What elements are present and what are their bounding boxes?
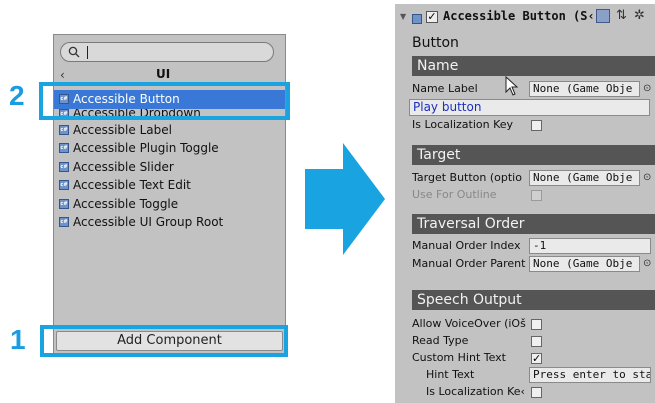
script-icon: c# <box>59 161 69 172</box>
manual-order-parent-object-field[interactable]: None (Game Obje <box>529 256 640 272</box>
script-icon: c# <box>59 198 69 209</box>
preset-icon[interactable]: ⇅ <box>616 9 630 23</box>
list-item-accessible-text-edit[interactable]: c# Accessible Text Edit <box>54 176 285 195</box>
list-item-label: Accessible UI Group Root <box>73 215 224 229</box>
manual-order-parent-label: Manual Order Parent <box>412 257 526 270</box>
use-for-outline-label: Use For Outline <box>412 188 497 201</box>
object-picker-icon[interactable]: ⊙ <box>643 83 651 94</box>
section-traversal-order-header[interactable]: Traversal Order <box>412 214 655 234</box>
list-item-label: Accessible Slider <box>73 159 174 174</box>
mouse-cursor-icon <box>505 76 519 96</box>
script-icon <box>412 14 422 24</box>
object-picker-icon[interactable]: ⊙ <box>643 172 651 183</box>
section-target-header[interactable]: Target <box>412 145 655 165</box>
category-title: UI <box>156 67 171 81</box>
section-name-header[interactable]: Name <box>412 56 655 76</box>
target-button-label: Target Button (optio <box>412 171 522 184</box>
component-enabled-checkbox[interactable]: ✓ <box>426 11 438 23</box>
inspector-panel: ▼ ✓ Accessible Button (S‹ ⇅ ✲ Button Nam… <box>395 4 655 403</box>
allow-voiceover-checkbox[interactable] <box>531 319 542 330</box>
list-item-accessible-plugin-toggle[interactable]: c# Accessible Plugin Toggle <box>54 139 285 158</box>
script-icon: c# <box>59 143 69 153</box>
target-button-object-field[interactable]: None (Game Obje <box>529 170 640 186</box>
step-1-label: 1 <box>10 324 26 355</box>
name-label-object-field[interactable]: None (Game Obje <box>529 81 640 97</box>
read-type-label: Read Type <box>412 334 469 347</box>
step-2-highlight <box>39 82 290 120</box>
hint-is-localization-key-checkbox[interactable] <box>531 387 542 398</box>
list-item-accessible-ui-group-root[interactable]: c# Accessible UI Group Root <box>54 213 285 232</box>
manual-order-index-label: Manual Order Index <box>412 239 521 252</box>
section-speech-output-header[interactable]: Speech Output <box>412 290 655 310</box>
list-item-label: Accessible Plugin Toggle <box>73 141 219 155</box>
search-icon <box>68 46 80 58</box>
use-for-outline-checkbox <box>531 190 542 201</box>
component-header: ▼ ✓ Accessible Button (S‹ ⇅ ✲ <box>395 4 655 36</box>
object-picker-icon[interactable]: ⊙ <box>643 258 651 269</box>
inspector-subtitle: Button <box>412 35 459 51</box>
read-type-checkbox[interactable] <box>531 336 542 347</box>
is-localization-key-checkbox[interactable] <box>531 120 542 131</box>
foldout-arrow-icon[interactable]: ▼ <box>400 12 406 21</box>
chevron-left-icon[interactable]: ‹ <box>60 69 65 81</box>
step-1-highlight <box>40 325 288 357</box>
gear-icon[interactable]: ✲ <box>634 9 648 23</box>
step-2-label: 2 <box>9 80 25 111</box>
list-item-label: Accessible Text Edit <box>73 178 191 192</box>
hint-is-localization-key-label: Is Localization Ke‹ <box>426 385 525 398</box>
list-item-accessible-toggle[interactable]: c# Accessible Toggle <box>54 195 285 214</box>
list-item-label: Accessible Toggle <box>73 196 179 211</box>
text-caret <box>87 46 88 59</box>
list-item-label: Accessible Label <box>73 122 172 137</box>
list-item-accessible-slider[interactable]: c# Accessible Slider <box>54 158 285 177</box>
custom-hint-text-label: Custom Hint Text <box>412 351 506 364</box>
allow-voiceover-label: Allow VoiceOver (iOš <box>412 317 526 330</box>
script-icon: c# <box>59 124 69 135</box>
custom-hint-text-checkbox[interactable]: ✓ <box>531 353 542 364</box>
search-input[interactable] <box>60 42 274 62</box>
hint-text-label: Hint Text <box>426 368 475 381</box>
name-label-label: Name Label <box>412 82 478 95</box>
component-title: Accessible Button (S‹ <box>443 9 595 23</box>
name-text-field[interactable]: Play button <box>409 99 650 116</box>
hint-text-field[interactable]: Press enter to start <box>529 367 651 383</box>
script-icon: c# <box>59 180 69 190</box>
manual-order-index-field[interactable]: -1 <box>529 238 651 254</box>
script-icon: c# <box>59 217 69 227</box>
arrow-right-icon <box>305 143 385 255</box>
help-book-icon[interactable] <box>596 9 610 23</box>
list-item-accessible-label[interactable]: c# Accessible Label <box>54 121 285 140</box>
is-localization-key-label: Is Localization Key <box>412 118 514 131</box>
